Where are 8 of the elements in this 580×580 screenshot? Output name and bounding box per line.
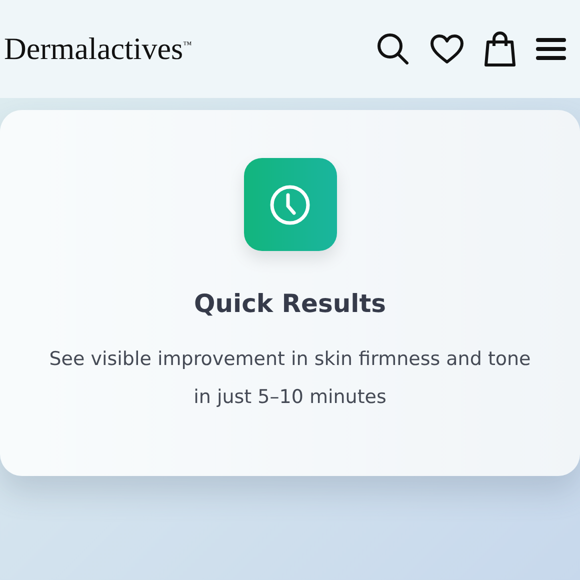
shopping-bag-icon[interactable] — [484, 31, 516, 67]
heart-icon[interactable] — [430, 34, 464, 64]
search-icon[interactable] — [376, 32, 410, 66]
feature-description: See visible improvement in skin firmness and tone in just 5–10 minutes — [48, 347, 532, 410]
feature-title: Quick Results — [194, 289, 386, 318]
menu-icon[interactable] — [536, 37, 566, 61]
clock-icon — [244, 158, 336, 251]
brand-logo[interactable]: Dermalactives$^{™}$ — [4, 31, 192, 67]
